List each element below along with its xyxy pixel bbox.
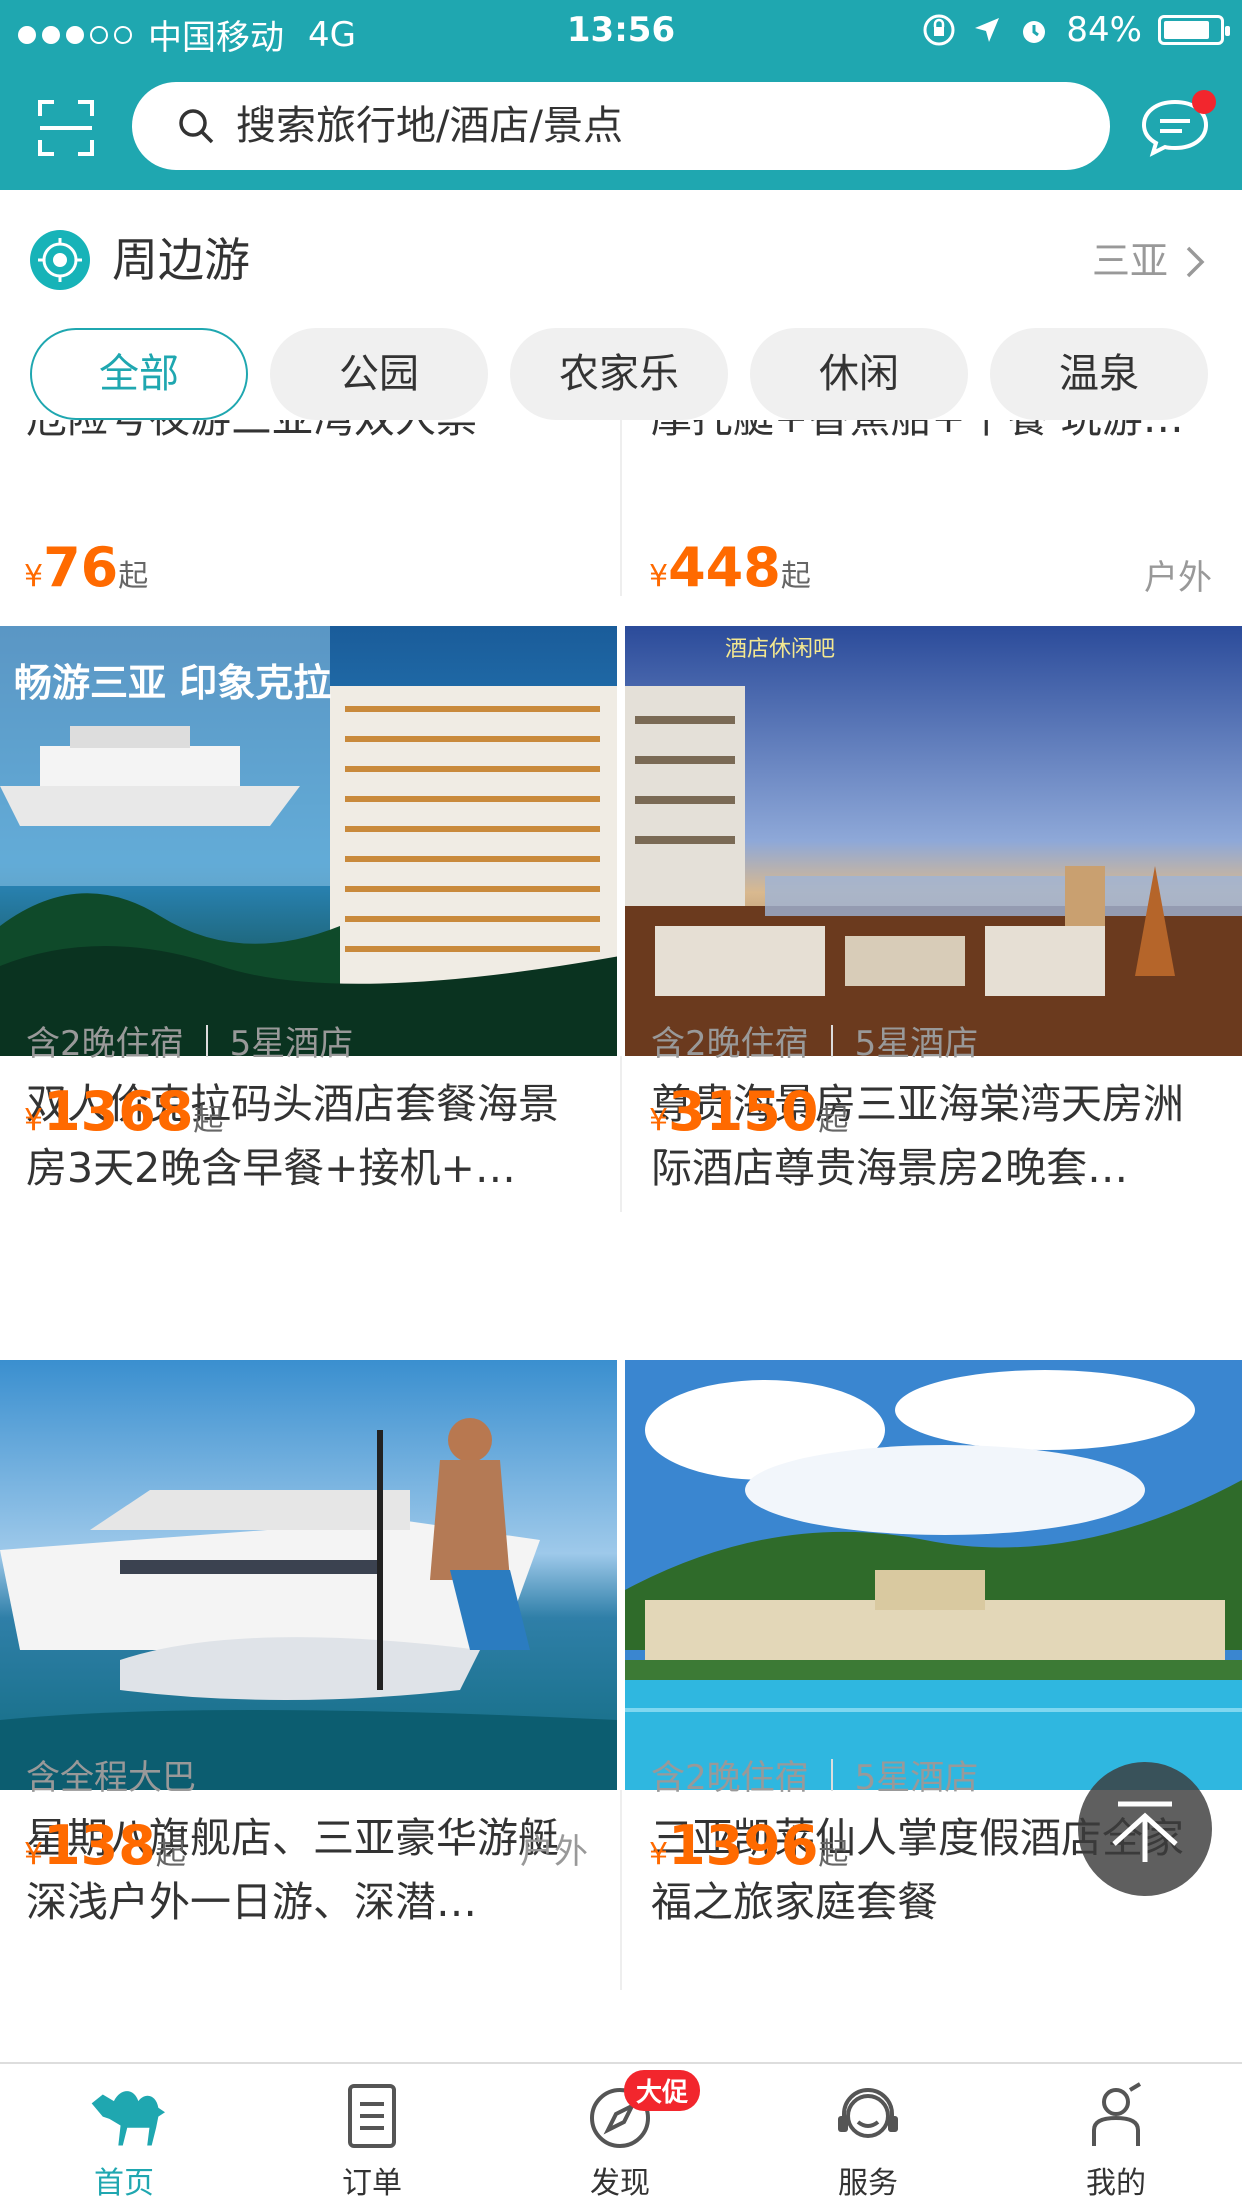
product-image-hotel-cruise: 畅游三亚 印象克拉 [0,626,617,1056]
product-price: ¥1368 起 [24,1080,224,1143]
tab-label: 首页 [94,2166,154,2201]
location-arrow-icon [975,18,1000,42]
unread-dot [1192,90,1216,114]
product-price: ¥1396 起 [649,1814,849,1877]
tab-label: 发现 [590,2166,650,2201]
tab-discover[interactable]: 大促 发现 [496,2064,744,2208]
camel-icon [91,2091,165,2146]
product-card[interactable]: 畅游三亚 印象克拉 双人价克拉码头酒店套餐海景房3天2晚含早餐+接机+… [0,626,617,1192]
scan-icon[interactable] [36,98,96,158]
product-card[interactable]: 酒店休闲吧 尊贵海景房三亚海棠湾天房洲际酒店尊贵海景房2晚套… [625,626,1242,1192]
section-header: 周边游 三亚 [0,190,1242,320]
headset-icon [838,2088,898,2138]
product-title: 摩托艇+香蕉船+午餐 玩游… [651,420,1221,450]
product-card[interactable]: 危险号夜游三亚湾双人票 ¥76起 [0,420,617,630]
image-caption: 畅游三亚 印象克拉 [14,660,331,705]
search-placeholder: 搜索旅行地/酒店/景点 [236,103,623,149]
product-card[interactable]: 星期八旗舰店、三亚豪华游艇深浅户外一日游、深潜… [0,1360,617,1926]
rotation-lock-icon [923,14,955,46]
promo-badge: 大促 [624,2070,701,2111]
product-meta: 含全程大巴 [26,1758,196,1798]
category-all[interactable]: 全部 [30,328,248,420]
product-price: ¥3150 起 [649,1080,849,1143]
tab-label: 订单 [342,2166,402,2201]
product-meta: 含2晚住宿 5星酒店 [651,1024,979,1064]
city-selector[interactable]: 三亚 [1092,236,1168,286]
order-icon [348,2084,396,2148]
search-icon [179,109,214,144]
battery-icon [1158,15,1230,45]
alarm-icon [1023,21,1046,43]
category-filter: 全部 公园 农家乐 休闲 温泉 [0,320,1242,420]
product-meta: 含2晚住宿 5星酒店 [651,1758,979,1798]
category-leisure[interactable]: 休闲 [750,328,968,420]
tab-mine[interactable]: 我的 [992,2064,1240,2208]
tab-home[interactable]: 首页 [0,2064,248,2208]
product-image-hotel-lounge: 酒店休闲吧 [625,626,1242,1056]
user-icon [1092,2082,1142,2146]
search-input[interactable]: 搜索旅行地/酒店/景点 [132,82,1110,170]
chevron-right-icon[interactable] [1180,244,1210,280]
arrow-up-icon [1112,1801,1178,1862]
top-header: 中国移动 4G 13:56 84% 搜索旅行地/酒店/景点 [0,0,1242,190]
product-feed: 危险号夜游三亚湾双人票 ¥76起 摩托艇+香蕉船+午餐 玩游… ¥448起 户外 [0,420,1242,2062]
back-to-top-button[interactable] [1078,1762,1212,1896]
product-price: ¥138 起 [24,1814,186,1877]
image-caption: 酒店休闲吧 [725,637,835,662]
tab-service[interactable]: 服务 [744,2064,992,2208]
category-park[interactable]: 公园 [270,328,488,420]
tab-label: 服务 [838,2166,898,2201]
product-price: ¥76 起 [24,536,149,599]
product-price: ¥448 起 [649,536,811,599]
nearby-tour-icon [30,230,90,290]
message-button[interactable] [1138,90,1216,158]
product-meta: 含2晚住宿 5星酒店 [26,1024,354,1064]
status-bar: 中国移动 4G 13:56 84% [0,0,1242,62]
tab-orders[interactable]: 订单 [248,2064,496,2208]
product-image-resort [625,1360,1242,1790]
bottom-tab-bar: 首页 订单 大促 发现 服务 我的 [0,2062,1242,2208]
battery-percent: 84% [1066,10,1142,50]
category-tag: 户外 [1144,558,1212,598]
product-card[interactable]: 摩托艇+香蕉船+午餐 玩游… ¥448起 户外 [625,420,1242,630]
tab-label: 我的 [1086,2166,1146,2201]
product-title: 危险号夜游三亚湾双人票 [26,420,596,450]
product-image-yacht [0,1360,617,1790]
category-tag: 户外 [520,1832,588,1872]
category-farm[interactable]: 农家乐 [510,328,728,420]
category-hotspring[interactable]: 温泉 [990,328,1208,420]
section-title: 周边游 [112,233,250,287]
